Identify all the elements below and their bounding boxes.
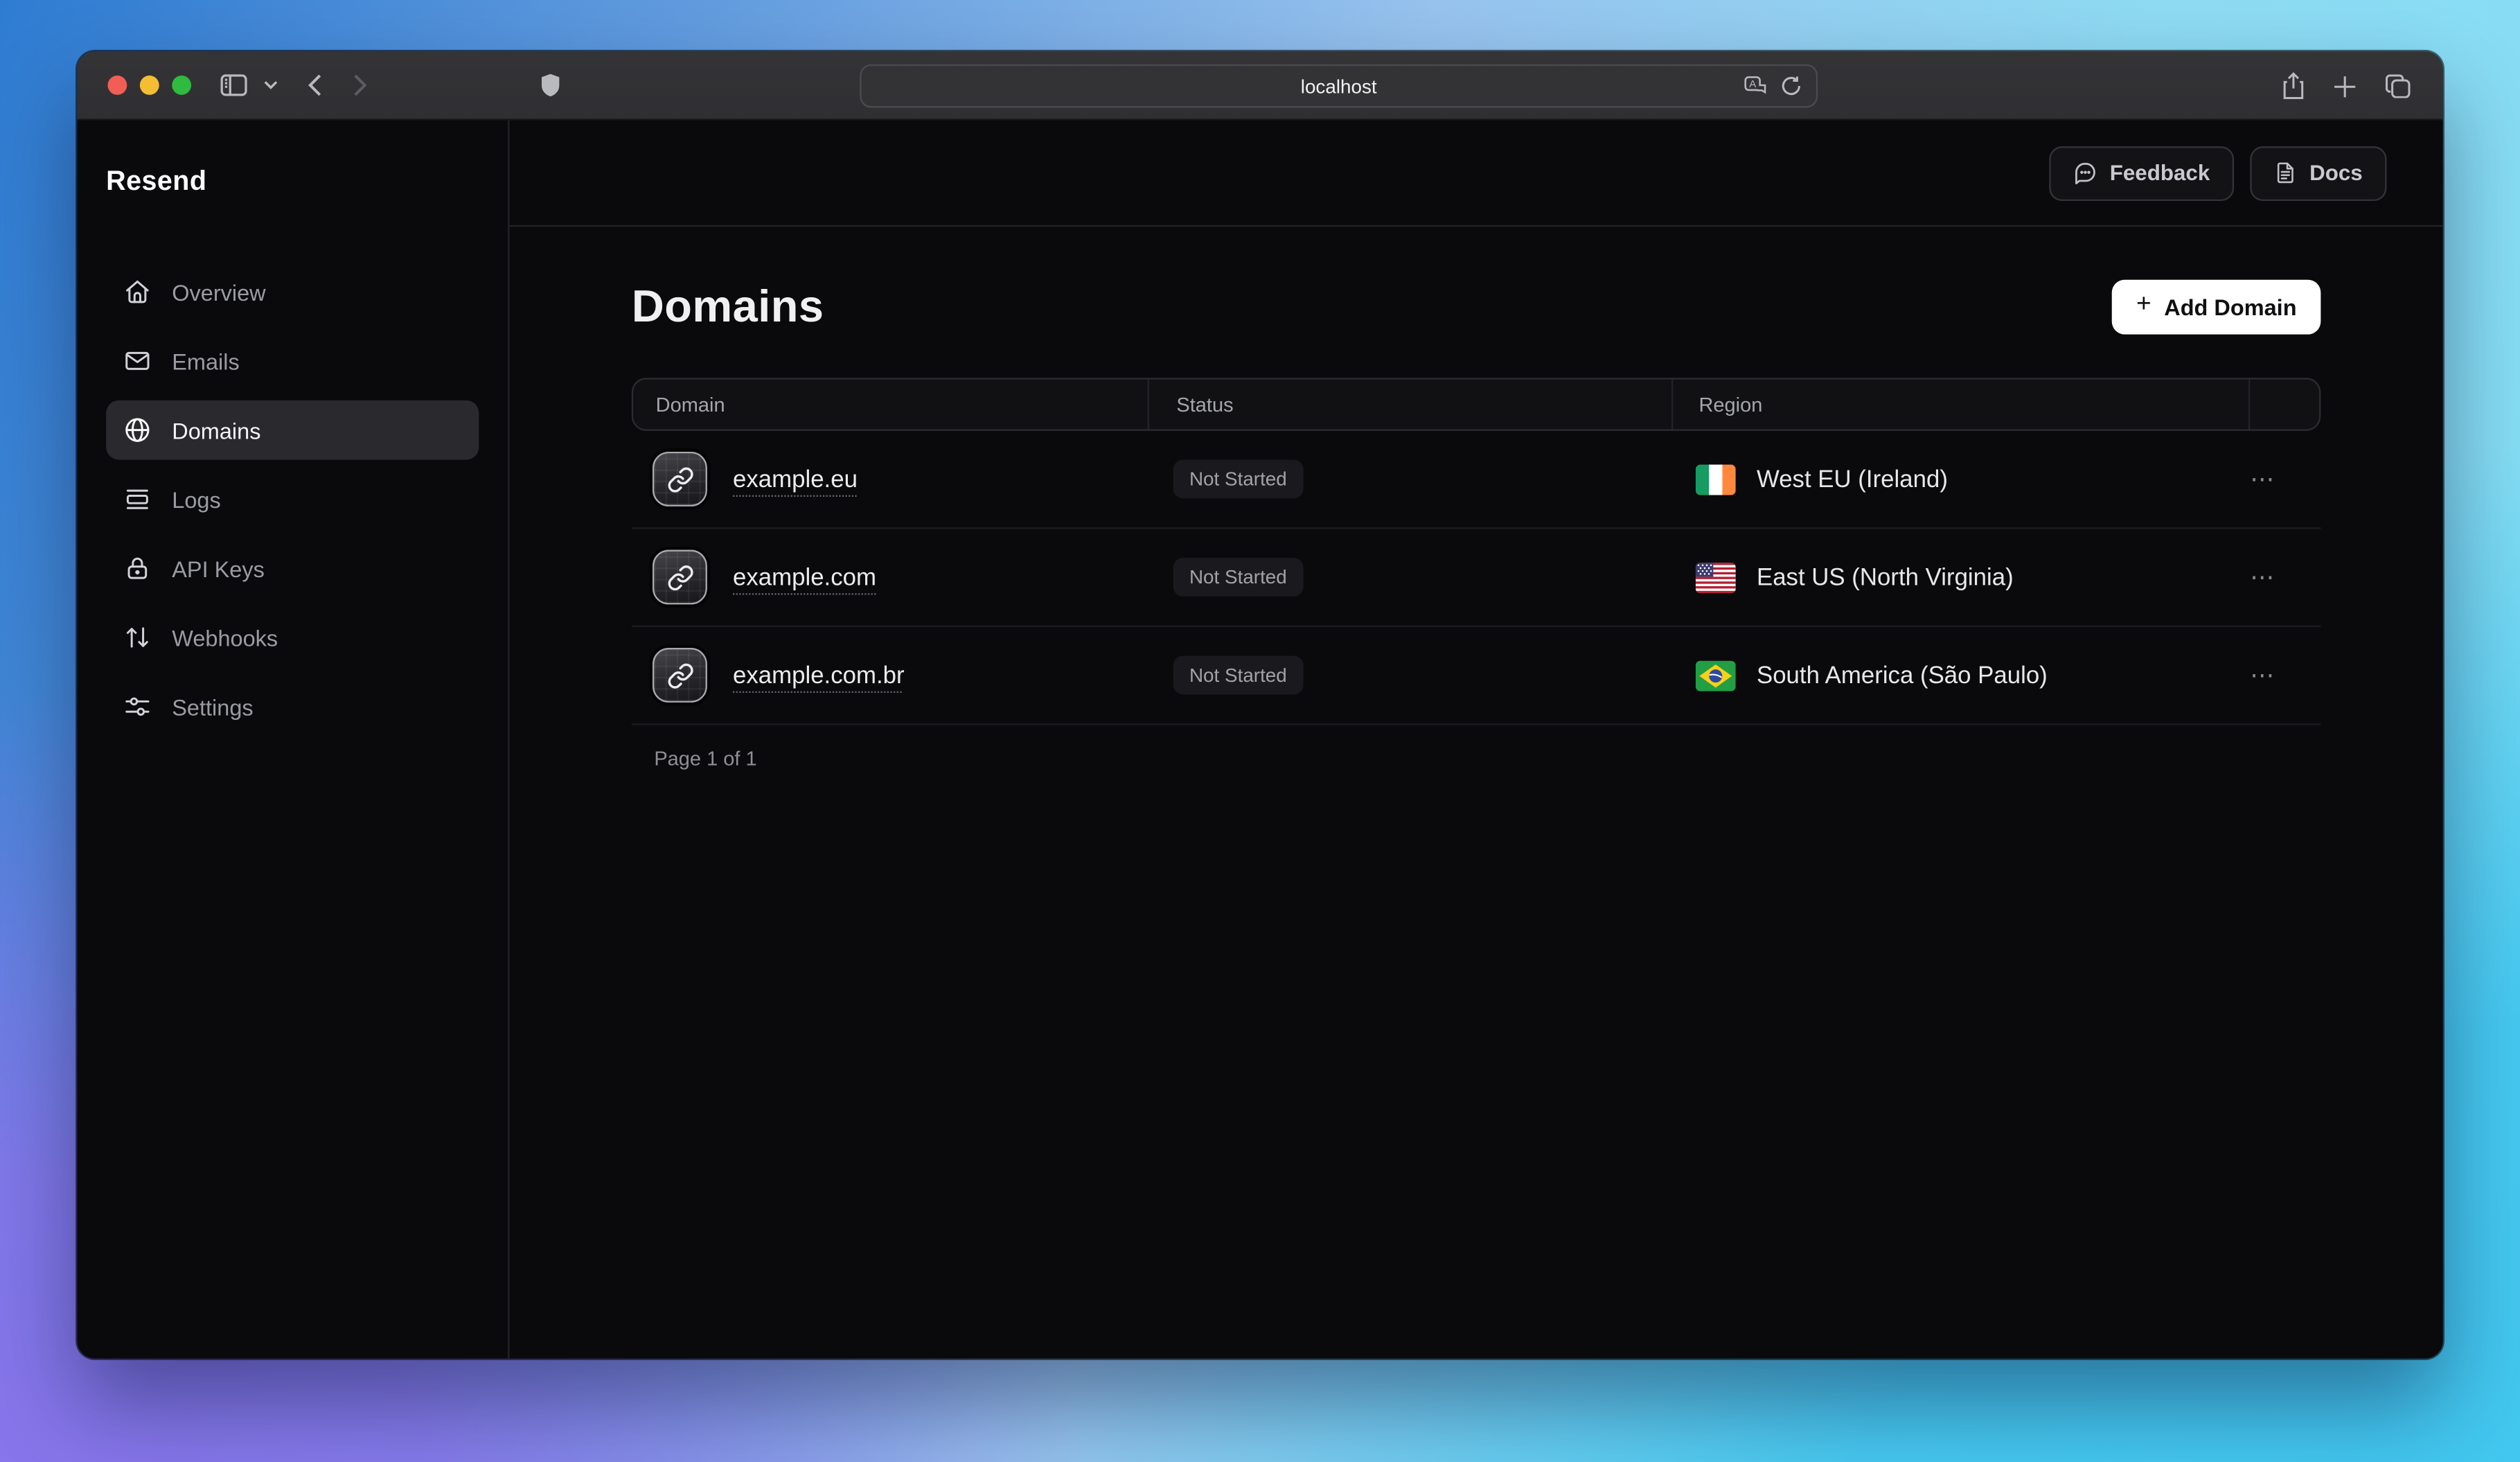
new-tab-icon[interactable] xyxy=(2334,75,2356,97)
logs-icon xyxy=(124,486,151,513)
sidebar-item-api-keys[interactable]: API Keys xyxy=(106,538,479,598)
arrows-up-down-icon xyxy=(124,624,151,651)
resend-app: Resend Overview Emails xyxy=(77,121,2442,1359)
table-row: example.eu Not Started West EU (Ireland)… xyxy=(632,431,2321,529)
sidebar-item-label: Settings xyxy=(172,694,253,719)
lock-icon xyxy=(124,554,151,581)
docs-button[interactable]: Docs xyxy=(2250,146,2386,200)
column-header-status: Status xyxy=(1148,380,1671,430)
back-button[interactable] xyxy=(307,74,321,96)
sidebar-nav: Overview Emails Domains xyxy=(77,262,508,736)
link-icon xyxy=(653,648,707,703)
add-domain-button[interactable]: + Add Domain xyxy=(2112,280,2321,335)
sidebar-item-label: Overview xyxy=(172,279,265,305)
pagination-label: Page 1 of 1 xyxy=(632,725,2321,770)
main-area: Feedback Docs Domains xyxy=(510,121,2443,1359)
tab-overview-icon[interactable] xyxy=(2385,74,2411,98)
flag-us-icon xyxy=(1696,562,1736,592)
forward-button[interactable] xyxy=(353,74,368,96)
sidebar-item-domains[interactable]: Domains xyxy=(106,400,479,460)
status-badge: Not Started xyxy=(1173,460,1303,499)
page-title: Domains xyxy=(632,281,824,333)
sidebar-item-logs[interactable]: Logs xyxy=(106,469,479,529)
plus-icon: + xyxy=(2136,292,2151,318)
sliders-icon xyxy=(124,693,151,720)
table-row: example.com.br Not Started xyxy=(632,627,2321,725)
home-icon xyxy=(124,278,151,305)
status-badge: Not Started xyxy=(1173,558,1303,597)
flag-brazil-icon xyxy=(1696,660,1736,690)
document-icon xyxy=(2274,161,2296,185)
sidebar-item-label: Domains xyxy=(172,417,260,443)
sidebar-item-label: Logs xyxy=(172,486,220,512)
row-actions-button[interactable]: ⋯ xyxy=(2250,565,2275,590)
mail-icon xyxy=(124,347,151,374)
table-row: example.com Not Started xyxy=(632,529,2321,627)
domain-link[interactable]: example.eu xyxy=(733,466,858,493)
region-label: South America (São Paulo) xyxy=(1757,662,2048,689)
browser-toolbar: localhost A xyxy=(77,51,2442,121)
feedback-button-label: Feedback xyxy=(2110,161,2210,185)
sidebar-toggle-icon[interactable] xyxy=(220,74,247,96)
sidebar: Resend Overview Emails xyxy=(77,121,509,1359)
domains-table: Domain Status Region xyxy=(632,378,2321,725)
sidebar-item-label: Emails xyxy=(172,348,239,373)
domain-link[interactable]: example.com.br xyxy=(733,662,905,689)
speech-bubble-icon xyxy=(2073,161,2097,185)
row-actions-button[interactable]: ⋯ xyxy=(2250,467,2275,491)
docs-button-label: Docs xyxy=(2309,161,2363,185)
svg-text:A: A xyxy=(1749,78,1757,90)
sidebar-item-settings[interactable]: Settings xyxy=(106,677,479,737)
region-label: West EU (Ireland) xyxy=(1757,466,1948,493)
traffic-lights xyxy=(107,76,191,95)
close-window-button[interactable] xyxy=(107,76,127,95)
column-header-region: Region xyxy=(1671,380,2248,430)
sidebar-item-label: API Keys xyxy=(172,556,265,581)
zoom-window-button[interactable] xyxy=(172,76,191,95)
globe-icon xyxy=(124,416,151,443)
sidebar-item-label: Webhooks xyxy=(172,624,278,650)
minimize-window-button[interactable] xyxy=(140,76,159,95)
chevron-down-icon[interactable] xyxy=(264,80,278,90)
translate-icon[interactable]: A xyxy=(1743,76,1768,96)
region-label: East US (North Virginia) xyxy=(1757,563,2014,590)
share-icon[interactable] xyxy=(2282,72,2305,99)
address-bar-url: localhost xyxy=(1301,75,1377,97)
column-header-domain: Domain xyxy=(633,380,1147,430)
table-header: Domain Status Region xyxy=(632,378,2321,431)
browser-window: localhost A xyxy=(77,51,2442,1358)
feedback-button[interactable]: Feedback xyxy=(2049,146,2234,200)
resend-logo: Resend xyxy=(106,166,508,197)
desktop-background: localhost A xyxy=(0,0,2520,1462)
sidebar-item-webhooks[interactable]: Webhooks xyxy=(106,608,479,667)
row-actions-button[interactable]: ⋯ xyxy=(2250,663,2275,687)
address-bar[interactable]: localhost A xyxy=(860,64,1818,108)
reload-icon[interactable] xyxy=(1781,76,1802,96)
sidebar-item-overview[interactable]: Overview xyxy=(106,262,479,322)
sidebar-item-emails[interactable]: Emails xyxy=(106,331,479,391)
domain-link[interactable]: example.com xyxy=(733,563,876,590)
flag-ireland-icon xyxy=(1696,464,1736,494)
status-badge: Not Started xyxy=(1173,656,1303,695)
link-icon xyxy=(653,452,707,507)
link-icon xyxy=(653,550,707,605)
privacy-shield-icon xyxy=(542,74,560,96)
add-domain-button-label: Add Domain xyxy=(2164,294,2296,320)
column-header-actions xyxy=(2248,380,2319,430)
domains-page: Domains + Add Domain Domain Status Regio… xyxy=(510,227,2443,770)
app-header: Feedback Docs xyxy=(510,121,2443,227)
